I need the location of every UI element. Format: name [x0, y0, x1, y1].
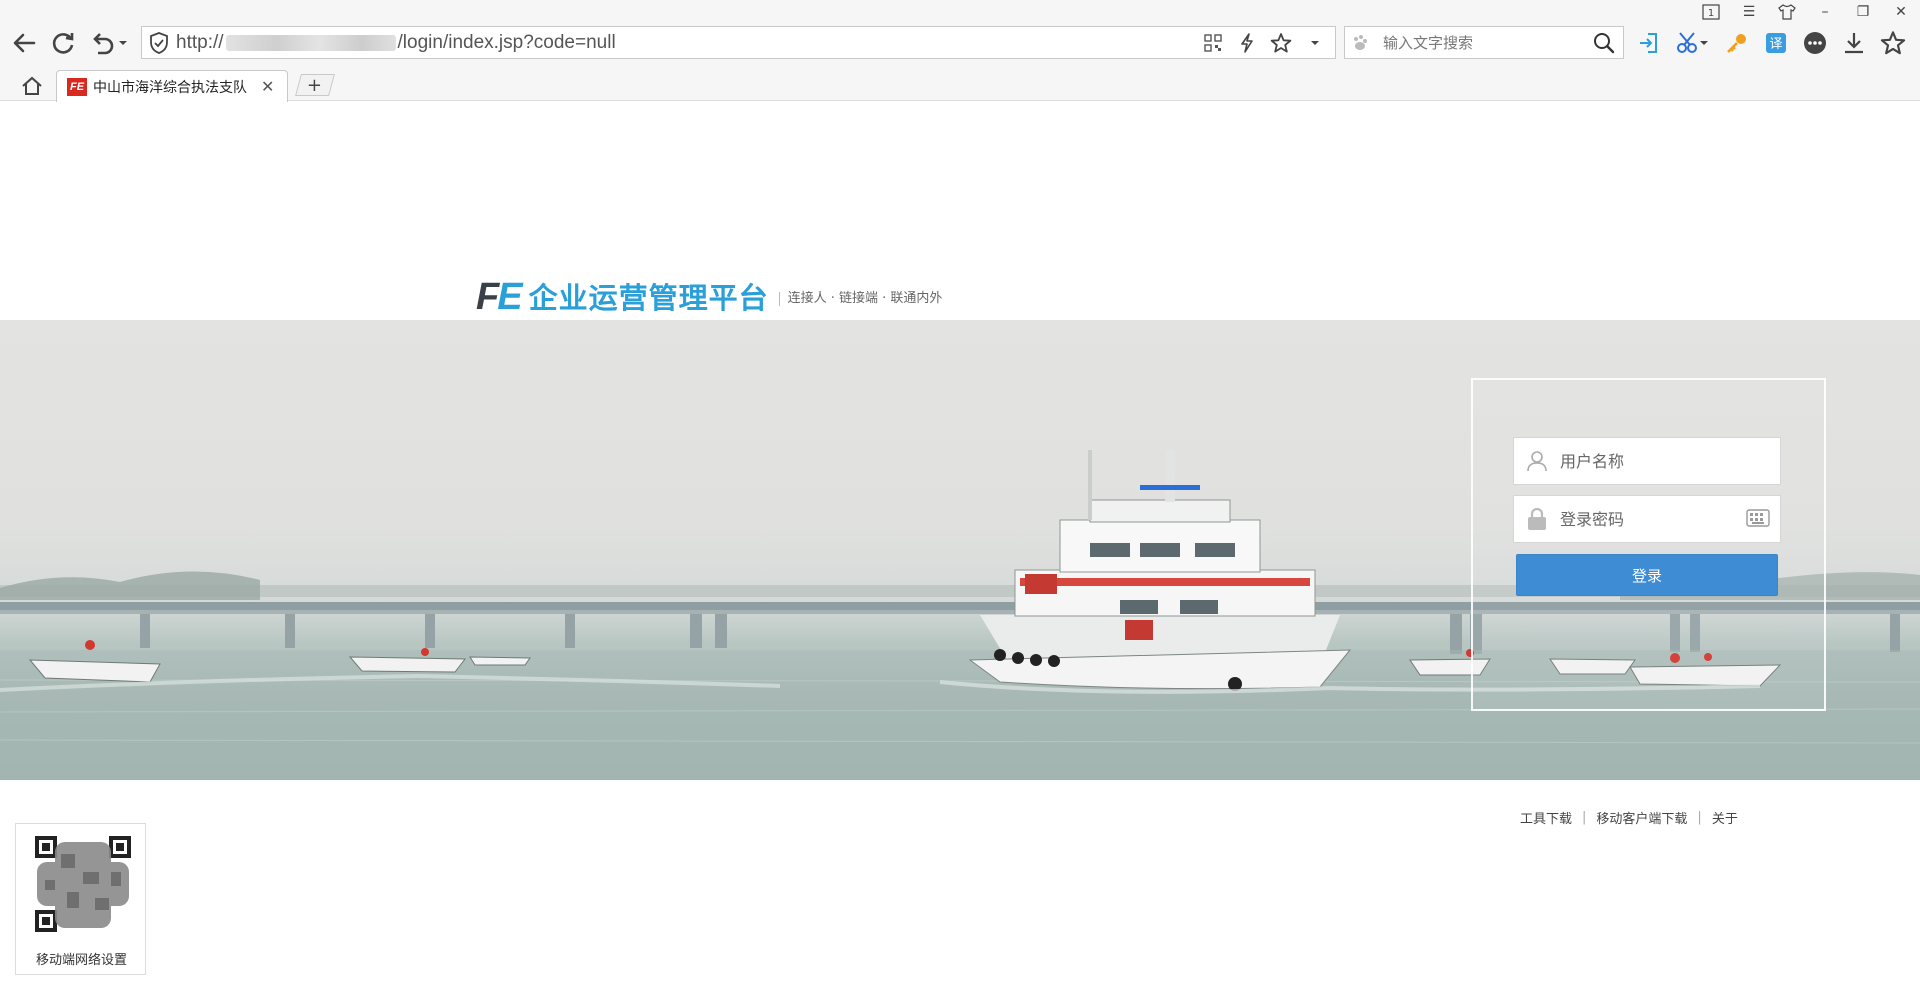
home-button[interactable] [18, 74, 46, 98]
scissors-icon[interactable] [1675, 30, 1711, 56]
new-tab-button[interactable]: + [295, 74, 335, 96]
link-tool-download[interactable]: 工具下载 [1520, 808, 1572, 827]
password-input[interactable] [1560, 509, 1730, 529]
star-icon[interactable] [1269, 31, 1293, 55]
mobile-network-settings-card[interactable]: 移动端网络设置 [15, 823, 146, 975]
tab-active[interactable]: FE 中山市海洋综合执法支队 ✕ [56, 70, 288, 102]
password-field[interactable] [1513, 495, 1781, 543]
paw-icon [1345, 34, 1375, 52]
plus-icon: + [307, 74, 323, 96]
url-tools [1201, 27, 1327, 58]
close-window-icon[interactable]: ✕ [1882, 0, 1920, 24]
download-icon[interactable] [1841, 30, 1867, 56]
keyboard-icon[interactable] [1746, 509, 1770, 531]
favorites-star-icon[interactable] [1880, 30, 1906, 56]
link-about[interactable]: 关于 [1712, 808, 1738, 827]
search-box[interactable] [1344, 26, 1624, 59]
login-button[interactable]: 登录 [1516, 554, 1778, 596]
tab-title: 中山市海洋综合执法支队 [93, 79, 247, 96]
favicon: FE [67, 77, 87, 96]
logo-f: F [476, 276, 499, 318]
footer-separator: | [1697, 810, 1702, 825]
key-icon[interactable] [1724, 30, 1750, 56]
skin-icon[interactable] [1768, 0, 1806, 24]
chevron-down-icon[interactable] [1303, 31, 1327, 55]
shield-icon [142, 27, 176, 58]
platform-title: 企业运营管理平台 [528, 281, 769, 315]
brand-logo: FE [476, 276, 523, 318]
refresh-icon [52, 33, 74, 54]
url-prefix: http:// [176, 31, 224, 53]
lock-icon [1514, 496, 1560, 542]
refresh-button[interactable] [47, 27, 79, 59]
menu-icon[interactable]: ☰ [1730, 0, 1768, 24]
login-panel: 登录 [1471, 378, 1826, 711]
brand-header: FE 企业运营管理平台 连接人 · 链接端 · 联通内外 [476, 270, 942, 316]
undo-close-tab-button[interactable] [86, 27, 132, 59]
window-count-badge: 1 [1708, 8, 1714, 19]
restore-icon[interactable]: ❐ [1844, 0, 1882, 24]
username-field[interactable] [1513, 437, 1781, 485]
back-arrow-icon [13, 33, 36, 53]
url-text[interactable]: http:// /login/index.jsp?code=null [176, 32, 616, 54]
undo-icon [93, 33, 127, 55]
login-sync-icon[interactable] [1636, 30, 1662, 56]
redacted-host [225, 34, 396, 51]
more-icon[interactable] [1802, 30, 1828, 56]
back-button[interactable] [8, 27, 40, 59]
qrcode-icon[interactable] [1201, 31, 1225, 55]
minimize-icon[interactable]: – [1806, 0, 1844, 24]
username-input[interactable] [1560, 451, 1730, 471]
search-input[interactable] [1383, 33, 1583, 52]
translate-icon[interactable]: 译 [1763, 30, 1789, 56]
tab-strip: FE 中山市海洋综合执法支队 ✕ + [0, 70, 1920, 102]
link-mobile-client-download[interactable]: 移动客户端下载 [1596, 808, 1687, 827]
browser-chrome: 1 ☰ – ❐ ✕ http:// /login/index.jsp?code=… [0, 0, 1920, 102]
footer-links: 工具下载 | 移动客户端下载 | 关于 [1520, 808, 1738, 827]
lightning-icon[interactable] [1235, 31, 1259, 55]
tab-close-icon[interactable]: ✕ [261, 77, 274, 96]
patrol-boat [968, 450, 1352, 691]
address-bar[interactable]: http:// /login/index.jsp?code=null [141, 26, 1336, 59]
svg-text:译: 译 [1769, 37, 1782, 52]
footer-separator: | [1582, 810, 1587, 825]
home-icon [22, 76, 42, 95]
toolbar-extensions: 译 [1636, 27, 1906, 59]
qrcode-image [31, 832, 135, 936]
platform-slogan: 连接人 · 链接端 · 联通内外 [778, 292, 942, 306]
qr-label: 移动端网络设置 [35, 953, 127, 968]
user-icon [1514, 438, 1560, 484]
window-count-icon[interactable]: 1 [1692, 0, 1730, 24]
url-path: /login/index.jsp?code=null [397, 31, 616, 53]
window-controls: 1 ☰ – ❐ ✕ [1692, 0, 1920, 24]
logo-e: E [497, 276, 522, 318]
search-icon[interactable] [1593, 32, 1615, 58]
